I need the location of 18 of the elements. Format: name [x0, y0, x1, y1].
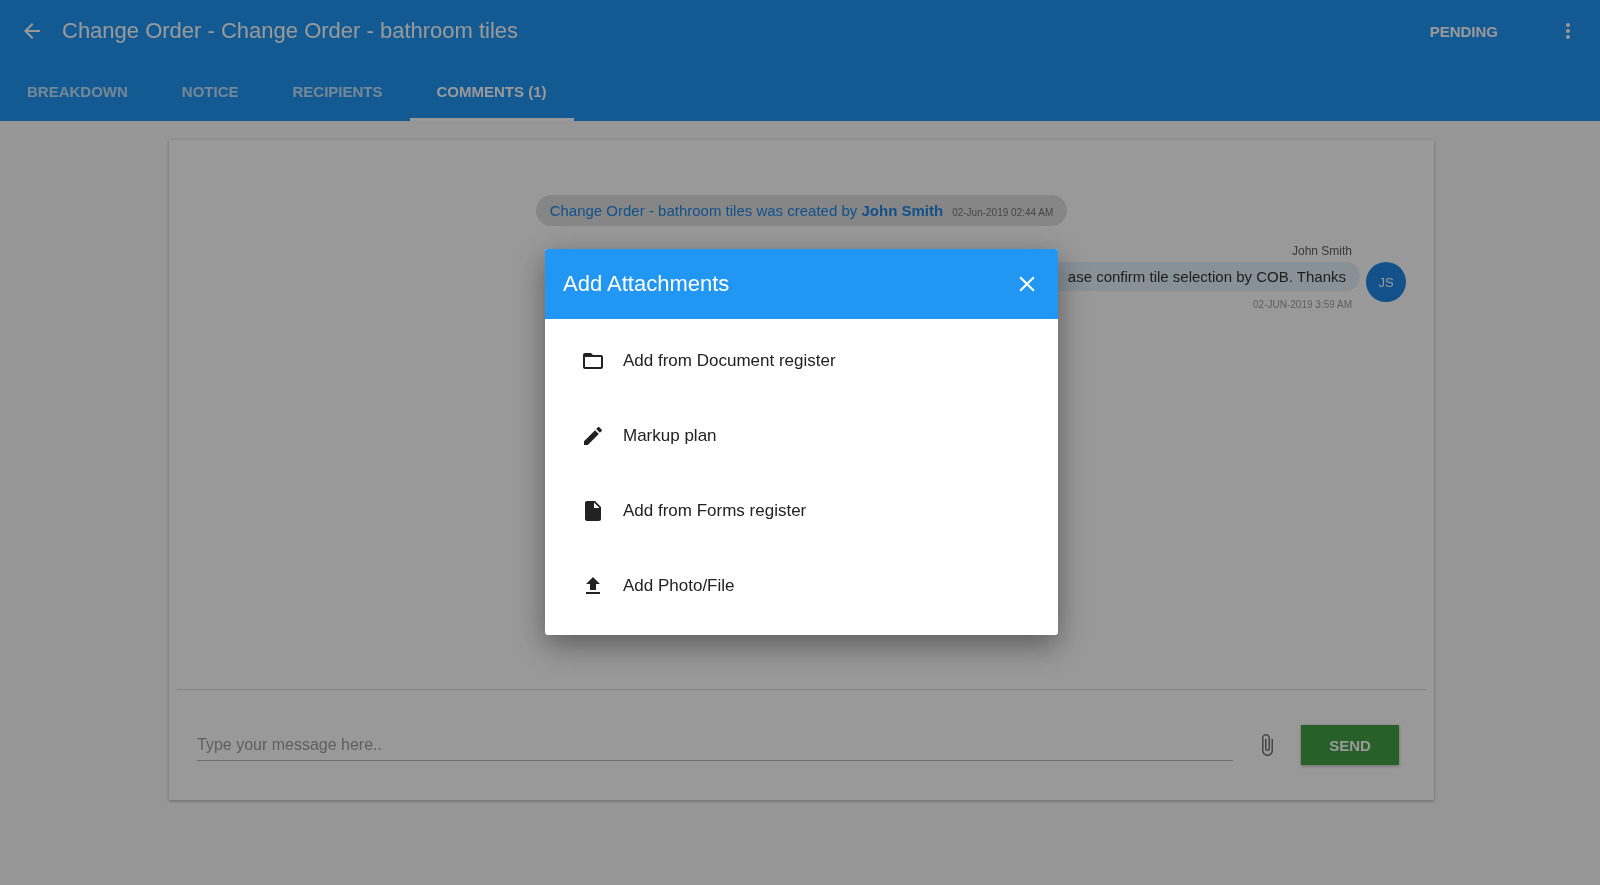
dialog-title: Add Attachments: [563, 271, 730, 297]
attachment-option[interactable]: Markup plan: [545, 398, 1058, 473]
message-input[interactable]: Type your message here..: [197, 729, 1233, 761]
tab[interactable]: COMMENTS (1): [409, 62, 574, 121]
send-button[interactable]: SEND: [1301, 725, 1399, 765]
page-title: Change Order - Change Order - bathroom tiles: [62, 18, 520, 44]
user-avatar: JS: [1366, 262, 1406, 302]
system-message-text: Change Order - bathroom tiles was created by John Smith: [549, 202, 944, 219]
attachment-option[interactable]: Add from Document register: [545, 323, 1058, 398]
message-time: 02-Jun-2019 02:44 AM: [952, 207, 1054, 218]
attachment-option[interactable]: Add from Forms register: [545, 473, 1058, 548]
message-time: 02-JUN-2019 3:59 AM: [1253, 299, 1352, 310]
attachment-option[interactable]: Add Photo/File: [545, 548, 1058, 623]
tab[interactable]: RECIPIENTS: [265, 62, 410, 121]
message-author: John Smith: [1291, 244, 1352, 258]
tab[interactable]: BREAKDOWN: [0, 62, 155, 121]
status-label: PENDING: [1429, 22, 1498, 40]
tab[interactable]: NOTICE: [154, 62, 266, 121]
